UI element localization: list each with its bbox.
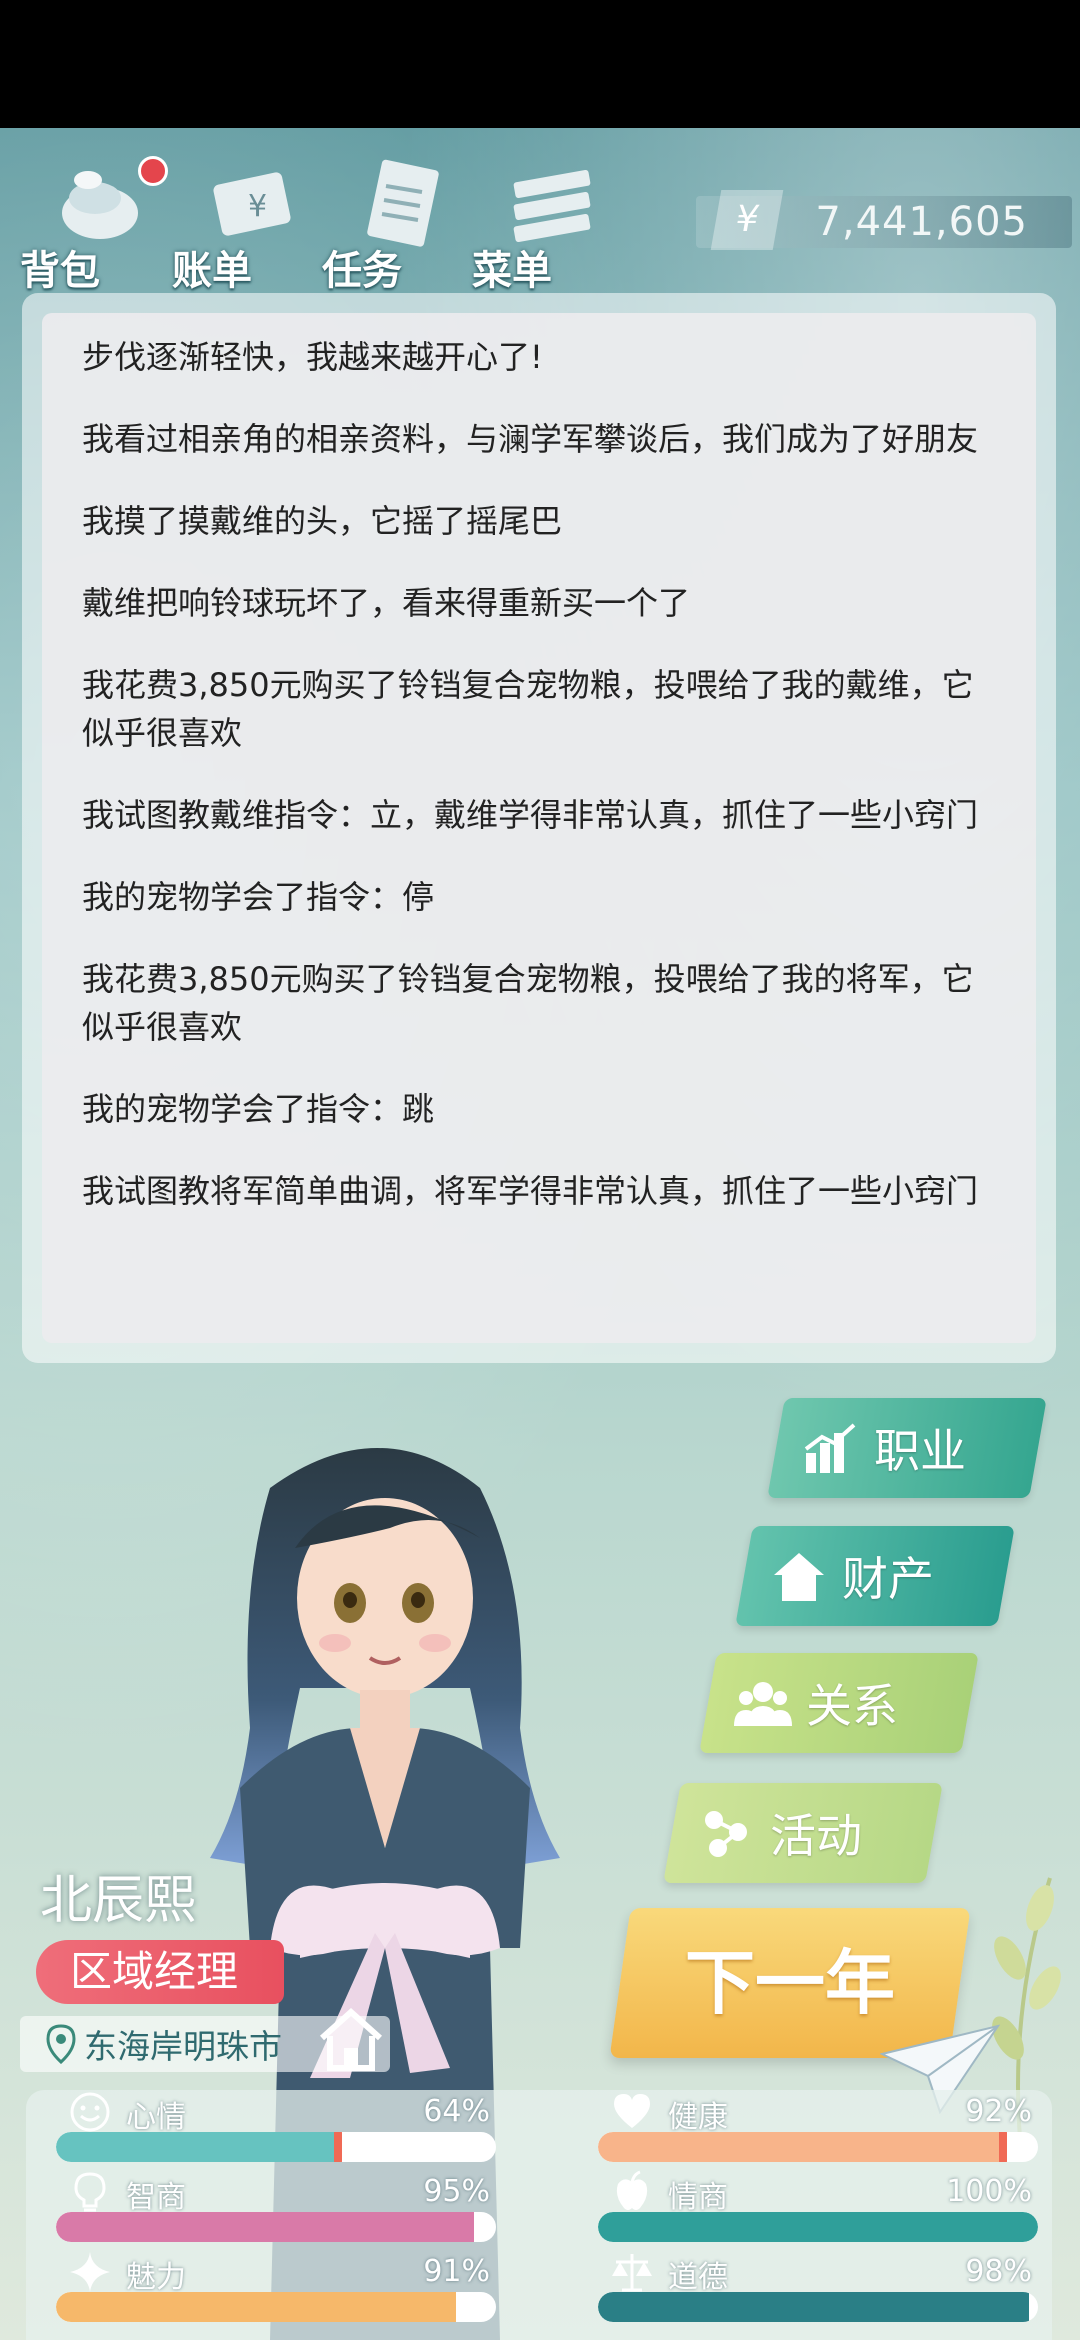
home-icon[interactable] xyxy=(316,2004,386,2074)
stat-value: 95% xyxy=(423,2174,490,2209)
backpack-icon xyxy=(62,171,138,239)
property-label: 财产 xyxy=(842,1552,934,1606)
bill-button[interactable]: ¥ 账单 xyxy=(172,138,322,308)
game-screen: 背包 ¥ 账单 任务 菜单 ¥ 7,441,605 步伐逐渐轻快，我越来越开心了… xyxy=(0,128,1080,2340)
relation-label: 关系 xyxy=(806,1679,898,1733)
svg-text:¥: ¥ xyxy=(248,189,267,224)
stat-bar-fill xyxy=(56,2292,457,2322)
smiley-icon xyxy=(70,2092,110,2132)
heart-icon xyxy=(614,2094,650,2128)
activity-button[interactable]: 活动 xyxy=(663,1783,943,1883)
menu-label: 菜单 xyxy=(472,248,552,294)
event-log[interactable]: 步伐逐渐轻快，我越来越开心了! 我看过相亲角的相亲资料，与澜学军攀谈后，我们成为… xyxy=(42,313,1036,1343)
stat-name: 智商 xyxy=(126,2180,186,2215)
backpack-button[interactable]: 背包 xyxy=(20,138,170,308)
log-entry: 我试图教戴维指令：立，戴维学得非常认真，抓住了一些小窍门 xyxy=(82,796,979,834)
bar-chart-icon xyxy=(804,1423,856,1473)
scale-icon xyxy=(612,2254,652,2292)
people-icon xyxy=(734,1682,792,1726)
event-log-panel: 步伐逐渐轻快，我越来越开心了! 我看过相亲角的相亲资料，与澜学军攀谈后，我们成为… xyxy=(22,293,1056,1363)
lightbulb-icon xyxy=(74,2172,106,2212)
activity-label: 活动 xyxy=(770,1809,862,1863)
yen-icon: ¥ xyxy=(710,190,784,250)
status-bar xyxy=(0,0,1080,128)
log-entry: 我的宠物学会了指令：停 xyxy=(82,878,435,916)
task-button[interactable]: 任务 xyxy=(322,138,472,308)
stat-value: 98% xyxy=(965,2254,1032,2289)
stat-value: 92% xyxy=(965,2094,1032,2129)
log-entry: 我的宠物学会了指令：跳 xyxy=(82,1090,435,1128)
stat-value: 91% xyxy=(423,2254,490,2289)
stat-bar-fill xyxy=(56,2212,474,2242)
money-value: 7,441,605 xyxy=(815,199,1028,245)
stat-bar-fill xyxy=(56,2132,338,2162)
relation-button[interactable]: 关系 xyxy=(699,1653,979,1753)
stat-bar xyxy=(598,2212,1038,2242)
backpack-label: 背包 xyxy=(20,248,100,294)
money-display: ¥ 7,441,605 xyxy=(696,190,1072,250)
bill-label: 账单 xyxy=(172,248,252,294)
career-button[interactable]: 职业 xyxy=(767,1398,1047,1498)
stat-bar xyxy=(598,2292,1038,2322)
stat-bar xyxy=(56,2132,496,2162)
log-entry: 我看过相亲角的相亲资料，与澜学军攀谈后，我们成为了好朋友 xyxy=(82,420,979,458)
stat-bar-fill xyxy=(598,2212,1038,2242)
property-button[interactable]: 财产 xyxy=(735,1526,1015,1626)
stat-bar-fill xyxy=(598,2292,1030,2322)
stat-bar xyxy=(56,2212,496,2242)
stat-name: 魅力 xyxy=(126,2260,186,2295)
stat-mood: 心情 64% xyxy=(56,2090,496,2170)
molecule-icon xyxy=(705,1811,747,1857)
stat-value: 100% xyxy=(946,2174,1032,2209)
menu-button[interactable]: 菜单 xyxy=(472,138,622,308)
apple-icon xyxy=(616,2170,648,2210)
stat-bar-marker xyxy=(333,2132,342,2162)
stat-name: 情商 xyxy=(668,2180,728,2215)
stat-bar xyxy=(56,2292,496,2322)
stat-health: 健康 92% xyxy=(598,2090,1038,2170)
top-toolbar: 背包 ¥ 账单 任务 菜单 xyxy=(20,138,640,308)
career-label: 职业 xyxy=(874,1424,966,1478)
stat-iq: 智商 95% xyxy=(56,2170,496,2250)
log-entry: 步伐逐渐轻快，我越来越开心了! xyxy=(82,338,543,376)
house-icon xyxy=(774,1553,824,1601)
log-entry: 我试图教将军简单曲调，将军学得非常认真，抓住了一些小窍门 xyxy=(82,1172,979,1210)
location-label: 东海岸明珠市 xyxy=(84,2027,282,2066)
notification-badge xyxy=(138,156,168,186)
task-label: 任务 xyxy=(322,248,402,294)
stat-value: 64% xyxy=(423,2094,490,2129)
stats-panel: 心情 64% 健康 92% 智商 95% 情商 100% 魅力 91% 道德 9… xyxy=(26,2090,1052,2340)
stat-bar-fill xyxy=(598,2132,1003,2162)
character-title-badge: 区域经理 xyxy=(36,1940,284,2004)
stat-morality: 道德 98% xyxy=(598,2250,1038,2330)
stat-bar-marker xyxy=(998,2132,1007,2162)
log-entry: 我摸了摸戴维的头，它摇了摇尾巴 xyxy=(82,502,563,540)
task-icon xyxy=(367,159,439,247)
log-entry: 我花费3,850元购买了铃铛复合宠物粮，投喂给了我的戴维，它似乎很喜欢 xyxy=(82,666,974,752)
log-entry: 我花费3,850元购买了铃铛复合宠物粮，投喂给了我的将军，它似乎很喜欢 xyxy=(82,960,974,1046)
stat-charm: 魅力 91% xyxy=(56,2250,496,2330)
log-entry: 戴维把响铃球玩坏了，看来得重新买一个了 xyxy=(82,584,691,622)
character-name: 北辰熙 xyxy=(40,1871,197,1931)
stat-name: 健康 xyxy=(668,2100,728,2135)
stat-eq: 情商 100% xyxy=(598,2170,1038,2250)
menu-icon xyxy=(513,169,591,243)
bill-icon: ¥ xyxy=(213,172,291,236)
location-pin-icon xyxy=(46,2024,76,2064)
stat-bar xyxy=(598,2132,1038,2162)
stat-name: 心情 xyxy=(126,2100,186,2135)
sparkle-icon xyxy=(70,2252,110,2292)
stat-name: 道德 xyxy=(668,2260,728,2295)
